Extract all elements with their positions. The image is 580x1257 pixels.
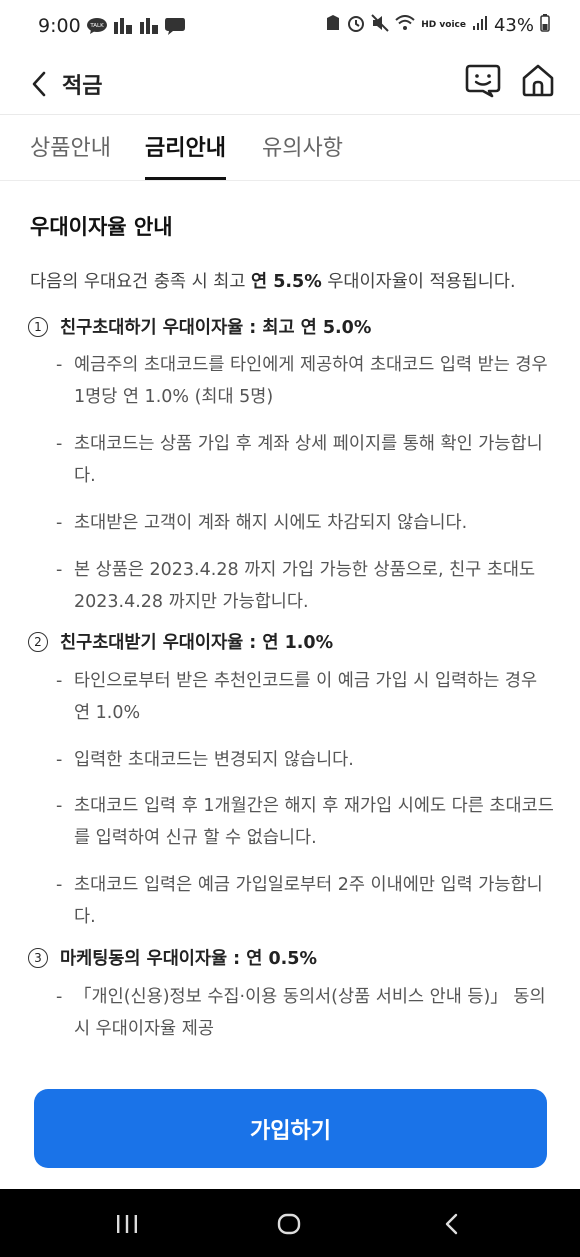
condition-title-text: 마케팅동의 우대이자율 : 연 0.5% [60, 949, 318, 969]
list-item-text: 초대코드는 상품 가입 후 계좌 상세 페이지를 통해 확인 가능합니다. [74, 434, 543, 486]
list-item: - 초대코드 입력은 예금 가입일로부터 2주 이내에만 입력 가능합니다. [56, 869, 556, 933]
list-item-text: 입력한 초대코드는 변경되지 않습니다. [74, 750, 354, 770]
list-item-text: 초대코드 입력은 예금 가입일로부터 2주 이내에만 입력 가능합니다. [74, 875, 543, 927]
tab-product-info[interactable]: 상품안내 [30, 130, 111, 180]
intro-text: 다음의 우대요건 충족 시 최고 연 5.5% 우대이자율이 적용됩니다. [30, 268, 516, 293]
number-badge: 2 [28, 631, 48, 652]
bank-app-icon [112, 15, 134, 37]
tab-bar: 상품안내 금리안내 유의사항 [0, 114, 580, 181]
list-item: - 타인으로부터 받은 추천인코드를 이 예금 가입 시 입력하는 경우 연 1.… [56, 665, 556, 729]
join-button[interactable]: 가입하기 [34, 1089, 547, 1168]
alarm-app-icon [325, 14, 341, 37]
list-item-text: 초대코드 입력 후 1개월간은 해지 후 재가입 시에도 다른 초대코드를 입력… [74, 796, 554, 848]
alarm-clock-icon [347, 14, 365, 37]
status-time: 9:00 [38, 15, 81, 37]
status-bar: 9:00 TALK HD voice 43% [0, 0, 580, 56]
home-circle-icon[interactable] [274, 1209, 304, 1239]
list-item: - 「개인(신용)정보 수집·이용 동의서(상품 서비스 안내 등)」 동의 시 … [56, 981, 556, 1045]
condition-title: 3 마케팅동의 우대이자율 : 연 0.5% [28, 945, 317, 970]
condition-title: 2 친구초대받기 우대이자율 : 연 1.0% [28, 629, 333, 654]
list-item: -본 상품은 2023.4.28 까지 가입 가능한 상품으로, 친구 초대도 … [56, 554, 556, 618]
recent-apps-icon[interactable] [112, 1209, 142, 1239]
system-nav-bar [0, 1189, 580, 1257]
tab-notices[interactable]: 유의사항 [262, 130, 343, 180]
list-item-text: 타인으로부터 받은 추천인코드를 이 예금 가입 시 입력하는 경우 연 1.0… [74, 671, 538, 723]
battery-icon [540, 14, 550, 37]
svg-text:TALK: TALK [89, 23, 104, 29]
back-icon[interactable] [437, 1209, 467, 1239]
kakaotalk-icon: TALK [86, 15, 108, 37]
chevron-left-icon[interactable] [24, 64, 54, 104]
list-item: - 초대코드는 상품 가입 후 계좌 상세 페이지를 통해 확인 가능합니다. [56, 428, 556, 492]
home-icon[interactable] [518, 60, 558, 100]
list-item: - 예금주의 초대코드를 타인에게 제공하여 초대코드 입력 받는 경우 1명당 … [56, 349, 556, 413]
list-item-text: 본 상품은 2023.4.28 까지 가입 가능한 상품으로, 친구 초대도 2… [74, 560, 536, 612]
app-header: 적금 [0, 56, 580, 115]
chat-smile-icon[interactable] [463, 60, 503, 100]
list-item: - 입력한 초대코드는 변경되지 않습니다. [56, 744, 556, 776]
signal-icon [472, 15, 488, 36]
section-title: 우대이자율 안내 [30, 215, 173, 239]
list-item: - 초대코드 입력 후 1개월간은 해지 후 재가입 시에도 다른 초대코드를 입… [56, 790, 556, 854]
condition-title-text: 친구초대받기 우대이자율 : 연 1.0% [60, 633, 334, 653]
bank-app-icon [138, 15, 160, 37]
number-badge: 3 [28, 947, 48, 968]
list-item-text: 초대받은 고객이 계좌 해지 시에도 차감되지 않습니다. [74, 513, 468, 533]
system-status: HD voice 43% [325, 14, 550, 37]
chat-bubble-icon [164, 15, 186, 37]
intro-prefix: 다음의 우대요건 충족 시 최고 [30, 272, 252, 292]
wifi-icon [395, 15, 415, 36]
condition-title-text: 친구초대하기 우대이자율 : 최고 연 5.0% [60, 318, 372, 338]
number-badge: 1 [28, 316, 48, 337]
intro-max-rate: 연 5.5% [251, 272, 322, 292]
list-item-text: 예금주의 초대코드를 타인에게 제공하여 초대코드 입력 받는 경우 1명당 연… [74, 355, 548, 407]
tab-interest-rate[interactable]: 금리안내 [145, 130, 226, 180]
intro-suffix: 우대이자율이 적용됩니다. [321, 272, 516, 292]
list-item: - 초대받은 고객이 계좌 해지 시에도 차감되지 않습니다. [56, 507, 556, 539]
notification-icons: TALK [86, 15, 186, 37]
mute-icon [371, 14, 389, 37]
list-item-text: 「개인(신용)정보 수집·이용 동의서(상품 서비스 안내 등)」 동의 시 우… [74, 987, 546, 1039]
hd-voice-badge: HD voice [421, 20, 466, 30]
battery-percent: 43% [493, 15, 534, 36]
condition-title: 1 친구초대하기 우대이자율 : 최고 연 5.0% [28, 314, 371, 339]
page-title: 적금 [62, 74, 103, 99]
